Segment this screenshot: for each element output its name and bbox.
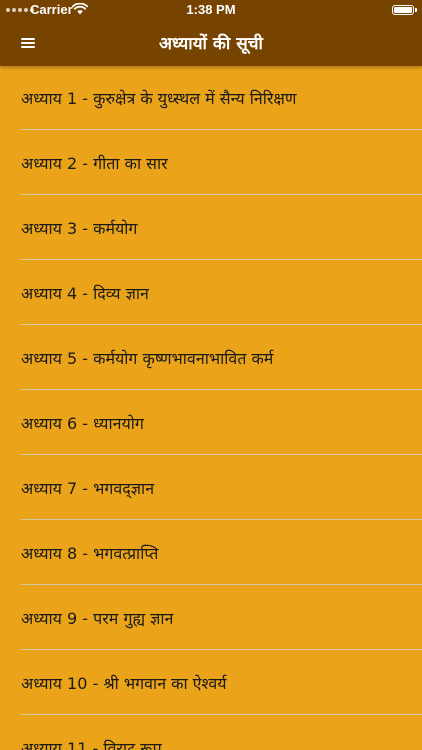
chapter-label: अध्याय 7 - भगवद्ज्ञान [21, 478, 155, 498]
chapter-item-1[interactable]: अध्याय 1 - कुरुक्षेत्र के युध्स्थल में स… [0, 66, 422, 130]
chapter-label: अध्याय 3 - कर्मयोग [21, 218, 138, 238]
chapter-item-9[interactable]: अध्याय 9 - परम गुह्य ज्ञान [0, 585, 422, 650]
chapter-label: अध्याय 8 - भगवत्प्राप्ति [21, 543, 159, 563]
chapter-label: अध्याय 10 - श्री भगवान का ऐश्वर्य [21, 673, 227, 693]
page-title: अध्यायों की सूची [159, 34, 263, 54]
status-bar: Carrier 1:38 PM [0, 0, 422, 20]
menu-button[interactable] [16, 31, 40, 55]
hamburger-menu-icon [21, 38, 35, 48]
chapter-label: अध्याय 5 - कर्मयोग कृष्णभावनाभावित कर्म [21, 348, 274, 368]
chapter-item-2[interactable]: अध्याय 2 - गीता का सार [0, 130, 422, 195]
chapter-label: अध्याय 4 - दिव्य ज्ञान [21, 283, 149, 303]
chapter-label: अध्याय 9 - परम गुह्य ज्ञान [21, 608, 174, 628]
chapter-label: अध्याय 2 - गीता का सार [21, 153, 168, 173]
chapter-item-5[interactable]: अध्याय 5 - कर्मयोग कृष्णभावनाभावित कर्म [0, 325, 422, 390]
status-time: 1:38 PM [186, 2, 236, 17]
chapter-item-7[interactable]: अध्याय 7 - भगवद्ज्ञान [0, 455, 422, 520]
chapter-item-4[interactable]: अध्याय 4 - दिव्य ज्ञान [0, 260, 422, 325]
chapter-label: अध्याय 11 - विराट रूप [21, 738, 162, 750]
chapter-item-10[interactable]: अध्याय 10 - श्री भगवान का ऐश्वर्य [0, 650, 422, 715]
navigation-bar: अध्यायों की सूची [0, 20, 422, 66]
chapter-item-8[interactable]: अध्याय 8 - भगवत्प्राप्ति [0, 520, 422, 585]
chapter-item-6[interactable]: अध्याय 6 - ध्यानयोग [0, 390, 422, 455]
app-header: Carrier 1:38 PM अध्यायों की सूची [0, 0, 422, 66]
chapter-label: अध्याय 6 - ध्यानयोग [21, 413, 144, 433]
battery-tip [415, 8, 417, 12]
chapter-item-3[interactable]: अध्याय 3 - कर्मयोग [0, 195, 422, 260]
chapter-list: अध्याय 1 - कुरुक्षेत्र के युध्स्थल में स… [0, 66, 422, 750]
chapter-label: अध्याय 1 - कुरुक्षेत्र के युध्स्थल में स… [21, 89, 297, 108]
chapter-item-11[interactable]: अध्याय 11 - विराट रूप [0, 715, 422, 750]
battery-icon [392, 5, 414, 15]
